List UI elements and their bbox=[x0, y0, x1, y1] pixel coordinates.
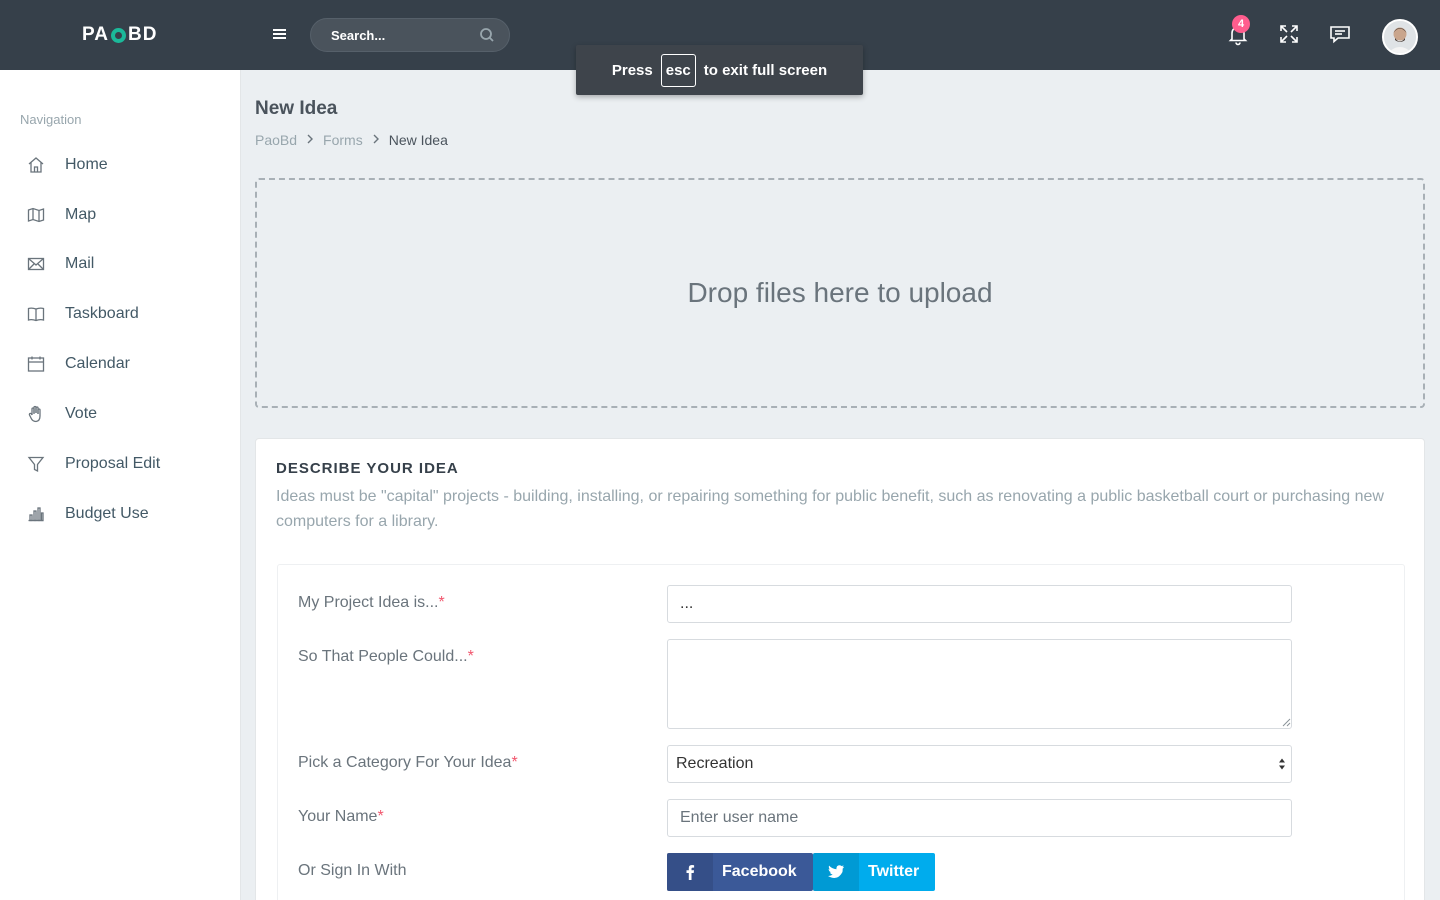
chevron-right-icon bbox=[372, 133, 380, 147]
sidebar-item-budget-use[interactable]: Budget Use bbox=[0, 494, 240, 534]
user-avatar[interactable] bbox=[1382, 19, 1418, 55]
sidebar-item-label: Mail bbox=[65, 255, 95, 272]
select-arrows-icon bbox=[1279, 758, 1285, 770]
project-idea-input[interactable] bbox=[667, 585, 1292, 623]
form-panel: My Project Idea is...* So That People Co… bbox=[277, 564, 1405, 900]
form-heading: DESCRIBE YOUR IDEA bbox=[276, 460, 459, 477]
search-input[interactable] bbox=[311, 19, 471, 51]
logo-text-left: PA bbox=[82, 24, 109, 45]
sidebar-item-vote[interactable]: Vote bbox=[0, 394, 240, 434]
sidebar-item-label: Vote bbox=[65, 405, 98, 422]
category-label: Pick a Category For Your Idea* bbox=[298, 754, 518, 772]
fullscreen-toast: Press esc to exit full screen bbox=[576, 45, 863, 95]
sidebar-item-label: Proposal Edit bbox=[65, 455, 161, 472]
sidebar-item-taskboard[interactable]: Taskboard bbox=[0, 294, 240, 334]
breadcrumb: PaoBd Forms New Idea bbox=[255, 132, 448, 148]
breadcrumb-link-forms[interactable]: Forms bbox=[323, 132, 363, 148]
mail-icon bbox=[27, 257, 45, 271]
your-name-label-text: Your Name bbox=[298, 808, 378, 825]
chevron-right-icon bbox=[306, 133, 314, 147]
toast-esc-key: esc bbox=[660, 53, 696, 87]
notification-badge: 4 bbox=[1232, 15, 1250, 33]
required-mark: * bbox=[377, 808, 384, 825]
map-icon bbox=[27, 207, 45, 223]
search-box bbox=[310, 18, 510, 52]
logo-ring-icon bbox=[110, 27, 126, 43]
project-idea-label: My Project Idea is...* bbox=[298, 594, 445, 612]
sidebar-item-map[interactable]: Map bbox=[0, 195, 240, 235]
twitter-label: Twitter bbox=[868, 863, 920, 880]
sidebar-item-calendar[interactable]: Calendar bbox=[0, 344, 240, 384]
home-icon bbox=[28, 157, 44, 173]
resize-handle-icon[interactable] bbox=[1282, 718, 1291, 727]
filter-icon bbox=[27, 456, 45, 473]
hamburger-menu-icon[interactable] bbox=[270, 22, 290, 46]
twitter-icon bbox=[813, 853, 859, 891]
your-name-label: Your Name* bbox=[298, 808, 384, 826]
search-icon[interactable] bbox=[479, 27, 495, 43]
people-could-label-text: So That People Could... bbox=[298, 648, 468, 665]
sidebar-item-home[interactable]: Home bbox=[0, 145, 240, 185]
required-mark: * bbox=[467, 648, 474, 665]
category-label-text: Pick a Category For Your Idea bbox=[298, 754, 512, 771]
category-select[interactable]: Recreation bbox=[667, 745, 1292, 783]
calendar-icon bbox=[27, 356, 45, 372]
logo[interactable]: PA BD bbox=[82, 24, 157, 46]
facebook-icon bbox=[667, 853, 713, 891]
toast-text-after: to exit full screen bbox=[703, 61, 828, 79]
sidebar-item-mail[interactable]: Mail bbox=[0, 244, 240, 284]
chat-icon[interactable] bbox=[1328, 22, 1352, 46]
form-description: Ideas must be "capital" projects - build… bbox=[276, 488, 1384, 530]
facebook-label: Facebook bbox=[722, 863, 797, 880]
facebook-button[interactable]: Facebook bbox=[667, 853, 813, 891]
breadcrumb-current: New Idea bbox=[388, 132, 448, 148]
twitter-button[interactable]: Twitter bbox=[813, 853, 936, 891]
sidebar-item-label: Budget Use bbox=[65, 505, 149, 522]
dropzone-text: Drop files here to upload bbox=[687, 277, 993, 308]
project-idea-label-text: My Project Idea is... bbox=[298, 594, 439, 611]
required-mark: * bbox=[511, 754, 518, 771]
your-name-input[interactable] bbox=[667, 799, 1292, 837]
page-title: New Idea bbox=[255, 98, 338, 119]
sidebar-item-label: Taskboard bbox=[65, 305, 139, 322]
sidebar-title: Navigation bbox=[20, 112, 82, 127]
sidebar-item-proposal-edit[interactable]: Proposal Edit bbox=[0, 444, 240, 484]
book-icon bbox=[27, 307, 45, 322]
required-mark: * bbox=[438, 594, 445, 611]
sign-in-with-label: Or Sign In With bbox=[298, 862, 407, 879]
category-selected-value: Recreation bbox=[676, 755, 754, 772]
sidebar-item-label: Map bbox=[65, 206, 97, 223]
idea-form-card: DESCRIBE YOUR IDEA Ideas must be "capita… bbox=[255, 438, 1425, 900]
logo-text-right: BD bbox=[127, 24, 158, 45]
hand-icon bbox=[28, 405, 41, 423]
sidebar-item-label: Home bbox=[65, 156, 108, 173]
avatar-image bbox=[1384, 21, 1416, 53]
sidebar-item-label: Calendar bbox=[65, 355, 130, 372]
people-could-label: So That People Could...* bbox=[298, 648, 474, 666]
people-could-textarea[interactable] bbox=[667, 639, 1292, 729]
bar-chart-icon bbox=[28, 507, 44, 522]
fullscreen-icon[interactable] bbox=[1277, 22, 1301, 46]
file-dropzone[interactable]: Drop files here to upload bbox=[255, 178, 1425, 408]
toast-text-before: Press bbox=[611, 61, 653, 79]
sidebar: Navigation Home Map Mail Taskboard Calen… bbox=[0, 70, 241, 900]
breadcrumb-link-home[interactable]: PaoBd bbox=[255, 132, 297, 148]
